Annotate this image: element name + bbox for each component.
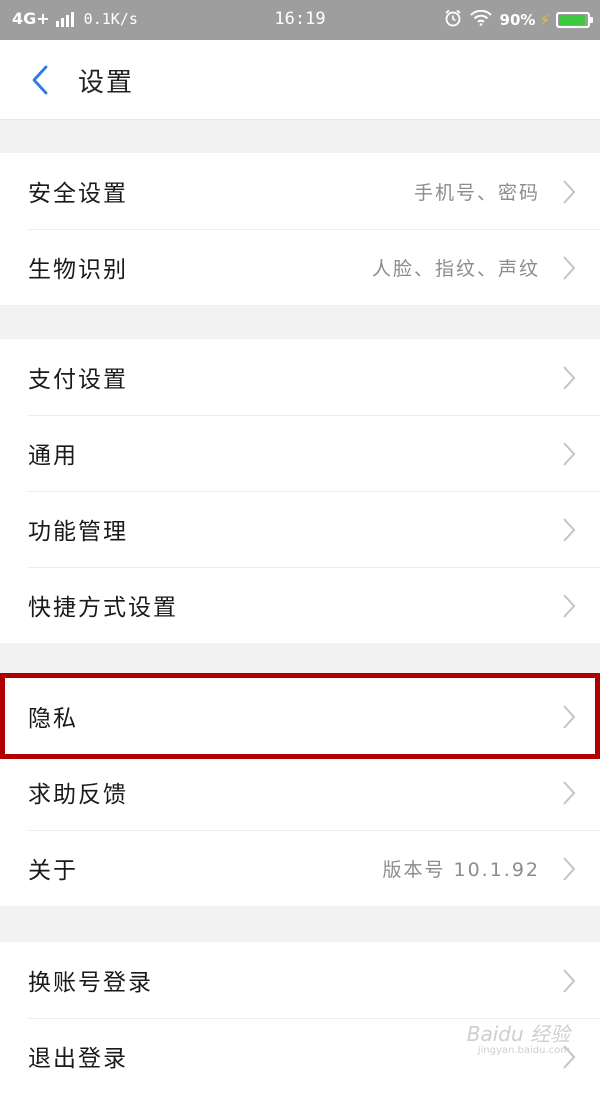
row-label: 退出登录 <box>28 1046 128 1072</box>
row-label: 换账号登录 <box>28 970 153 996</box>
row-value: 人脸、指纹、声纹 <box>371 257 540 280</box>
row-label: 通用 <box>28 443 78 469</box>
page-title: 设置 <box>78 68 135 98</box>
settings-row-biometrics[interactable]: 生物识别 人脸、指纹、声纹 <box>0 229 600 305</box>
battery-icon <box>556 12 593 28</box>
settings-row-switch-account[interactable]: 换账号登录 <box>0 942 600 1018</box>
watermark-text: Baidu 经验 <box>466 1022 570 1046</box>
settings-row-security[interactable]: 安全设置 手机号、密码 <box>0 153 600 229</box>
chevron-right-icon <box>563 594 576 618</box>
chevron-right-icon <box>563 705 576 729</box>
row-label: 求助反馈 <box>28 782 128 808</box>
chevron-right-icon <box>563 857 576 881</box>
row-label: 支付设置 <box>28 367 128 393</box>
alarm-icon <box>444 9 462 31</box>
chevron-right-icon <box>563 518 576 542</box>
battery-percent: 90% <box>499 11 536 29</box>
row-label: 快捷方式设置 <box>28 595 178 621</box>
chevron-right-icon <box>563 781 576 805</box>
chevron-right-icon <box>563 256 576 280</box>
settings-row-features[interactable]: 功能管理 <box>0 491 600 567</box>
charging-icon: ⚡ <box>539 11 550 29</box>
settings-row-payment[interactable]: 支付设置 <box>0 339 600 415</box>
watermark-logo: Baidu 经验 jingyan.baidu.com <box>467 1018 570 1056</box>
settings-row-shortcuts[interactable]: 快捷方式设置 <box>0 567 600 643</box>
row-label: 关于 <box>28 858 78 884</box>
chevron-right-icon <box>563 969 576 993</box>
settings-row-about[interactable]: 关于 版本号 10.1.92 <box>0 830 600 906</box>
settings-row-privacy[interactable]: 隐私 <box>0 678 600 754</box>
settings-group-general: 支付设置 通用 功能管理 快捷方式设置 <box>0 339 600 643</box>
settings-group-support: 隐私 求助反馈 关于 版本号 10.1.92 <box>0 678 600 906</box>
status-right: 90% ⚡ <box>436 9 593 31</box>
row-label: 隐私 <box>28 706 78 732</box>
watermark-url: jingyan.baidu.com <box>477 1045 570 1056</box>
chevron-right-icon <box>563 180 576 204</box>
settings-row-general[interactable]: 通用 <box>0 415 600 491</box>
settings-row-feedback[interactable]: 求助反馈 <box>0 754 600 830</box>
row-value: 手机号、密码 <box>413 181 540 204</box>
settings-group-account: 安全设置 手机号、密码 生物识别 人脸、指纹、声纹 <box>0 153 600 305</box>
row-value: 版本号 10.1.92 <box>382 858 540 881</box>
chevron-left-icon[interactable] <box>30 64 50 96</box>
status-bar: 4G+ 0.1K/s 16:19 90% ⚡ <box>0 0 600 40</box>
chevron-right-icon <box>563 366 576 390</box>
row-label: 生物识别 <box>28 257 128 283</box>
app-header: 设置 <box>0 40 600 120</box>
chevron-right-icon <box>563 442 576 466</box>
wifi-icon <box>469 9 492 30</box>
row-label: 安全设置 <box>28 181 128 207</box>
row-label: 功能管理 <box>28 519 128 545</box>
